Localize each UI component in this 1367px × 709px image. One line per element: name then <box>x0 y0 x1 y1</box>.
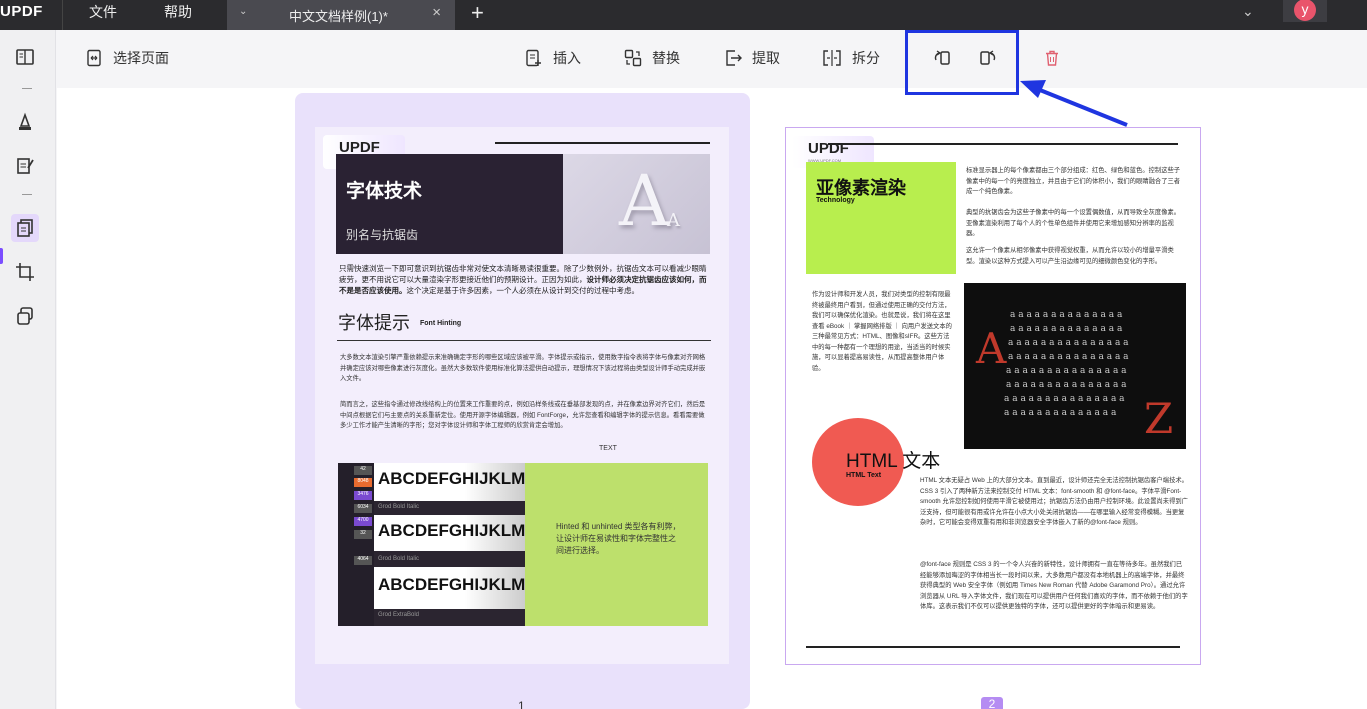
font-specimen-image: 42 8048 3476 6034 4700 32 4064 ABCDEFGHI… <box>338 463 525 626</box>
letter-a-image: A A <box>563 154 710 254</box>
text-label: TEXT <box>599 445 617 452</box>
header-rule <box>495 142 710 144</box>
select-pages-button[interactable]: 选择页面 <box>85 46 169 70</box>
green-note-panel: Hinted 和 unhinted 类型各有利弊，让设计师在易读性和字体完整性之… <box>525 463 708 626</box>
left-sidebar <box>0 30 56 709</box>
html-text-paragraph-2: @font-face 规则是 CSS 3 的一个令人兴奋的新特性，设计师拥有一直… <box>920 561 1188 610</box>
user-avatar[interactable]: y <box>1283 0 1327 22</box>
hinting-paragraph-1: 大多数文本渲染引擎严重依赖提示来准确确定字形的哪些区域应该被平滑。字体提示或指示… <box>340 354 706 382</box>
organize-pages-button[interactable] <box>11 214 39 242</box>
reader-mode-button[interactable] <box>11 43 39 71</box>
title-bar: UPDF 文件 帮助 ⌄ 中文文档样例(1)* × + ⌄ y <box>0 0 1367 30</box>
split-button[interactable]: 拆分 <box>822 46 880 70</box>
book-icon <box>16 49 34 65</box>
subpixel-subtitle: Technology <box>816 197 855 204</box>
split-page-icon <box>823 50 841 66</box>
specimen-sidebar: 42 8048 3476 6034 4700 32 4064 <box>338 463 374 626</box>
extract-page-icon <box>726 50 742 66</box>
highlighter-icon <box>19 112 31 130</box>
specimen-row-2: ABCDEFGHIJKLMNO <box>378 521 525 540</box>
app-logo: UPDF <box>0 3 43 20</box>
page-toolbar: 选择页面 插入 替换 提取 拆分 <box>57 30 1367 88</box>
active-indicator <box>0 248 3 264</box>
hinting-paragraph-2: 简而言之，这些指令通过修改线结构上的位置来工作重要的点，例如沿样条线或在垂基部发… <box>340 401 706 429</box>
specimen-row-1: ABCDEFGHIJKLMNO <box>378 469 525 488</box>
replace-button[interactable]: 替换 <box>624 46 680 70</box>
svg-text:a a a a a a a a a a a a a a a: a a a a a a a a a a a a a a a <box>1004 394 1125 404</box>
subpixel-paragraph-2: 典型的抗锯齿会为这些子像素中的每一个设置偶数值，从而导致全灰度像素。亚像素渲染利… <box>966 209 1181 237</box>
document-tab[interactable]: ⌄ 中文文档样例(1)* × <box>227 0 455 30</box>
html-text-subtitle: HTML Text <box>846 472 882 479</box>
subpixel-paragraph-3: 这允许一个像素从相邻像素中获得视觉权重，从而允许以较小的增量平滑类型。渲染以这种… <box>966 247 1174 265</box>
menu-file[interactable]: 文件 <box>89 2 117 22</box>
insert-button[interactable]: 插入 <box>525 46 581 70</box>
edit-pdf-icon <box>17 158 34 174</box>
title-separator <box>62 0 63 30</box>
intro-paragraph: 只需快速浏览一下即可意识到抗锯齿非常对使文本清晰易读很重要。除了少数例外，抗锯齿… <box>339 264 707 295</box>
extract-label: 提取 <box>752 50 780 66</box>
select-pages-label: 选择页面 <box>113 50 169 66</box>
letter-a-large: A <box>619 160 670 242</box>
green-note-text: Hinted 和 unhinted 类型各有利弊，让设计师在易读性和字体完整性之… <box>556 522 681 555</box>
hero-dark-panel: 字体技术 别名与抗锯齿 <box>336 154 563 254</box>
html-text-title: HTML 文本 <box>846 451 941 472</box>
trash-icon <box>1046 50 1058 66</box>
crop-pages-button[interactable] <box>11 258 39 286</box>
copy-pages-icon <box>17 307 33 325</box>
letter-a-small: A <box>667 210 680 231</box>
organize-pages-icon <box>17 219 33 237</box>
page-1[interactable]: UPDF WWW.UPDF.COM 字体技术 别名与抗锯齿 A A 只需快速浏览… <box>315 127 729 664</box>
header-rule <box>828 143 1178 145</box>
rotate-highlight-annotation <box>905 30 1019 95</box>
svg-text:A: A <box>975 324 1007 373</box>
svg-text:a a a a a a a a a a a a a a: a a a a a a a a a a a a a a <box>1010 310 1123 320</box>
specimen-row-3: ABCDEFGHIJKLMNO <box>378 575 525 594</box>
svg-text:a a a a a a a a a a a a a a a: a a a a a a a a a a a a a a a <box>1006 366 1127 376</box>
svg-text:a a a a a a a a a a a a a a a: a a a a a a a a a a a a a a a <box>1006 380 1127 390</box>
delivery-paragraph: 作为设计师和开发人员，我们对类型的控制有限最终被最终用户看到，但通过使用正确的交… <box>812 291 952 372</box>
footer-rule <box>806 646 1180 648</box>
window-dropdown-icon[interactable]: ⌄ <box>1242 3 1254 20</box>
subpixel-paragraph-1: 标准显示器上的每个像素都由三个部分组成：红色、绿色和蓝色。控制这些子像素中的每一… <box>966 167 1181 195</box>
page-2[interactable]: UPDF WWW.UPDF.COM 亚像素渲染 Technology 标准显示器… <box>785 127 1201 665</box>
html-text-paragraph-1: HTML 文本无疑占 Web 上的大部分文本。直到最近，设计师还完全无法控制抗锯… <box>920 477 1188 526</box>
insert-page-icon <box>526 49 541 67</box>
section-subtitle: Font Hinting <box>420 320 462 327</box>
tab-close-icon[interactable]: × <box>432 4 441 21</box>
section-rule <box>337 340 711 341</box>
crop-icon <box>16 263 34 281</box>
svg-text:Z: Z <box>1144 394 1173 443</box>
tab-title: 中文文档样例(1)* <box>289 9 388 24</box>
page-number-2: 2 <box>981 697 1003 709</box>
svg-text:a a a a a a a a a a a a a a a: a a a a a a a a a a a a a a a <box>1008 338 1129 348</box>
replace-page-icon <box>624 49 642 67</box>
menu-help[interactable]: 帮助 <box>164 2 192 22</box>
page-number-1: 1 <box>518 699 525 709</box>
svg-text:a a a a a a a a a a a a a a: a a a a a a a a a a a a a a <box>1004 408 1117 418</box>
delete-page-button[interactable] <box>1043 46 1061 70</box>
extract-button[interactable]: 提取 <box>724 46 780 70</box>
az-letters-pattern: a a a a a a a a a a a a a a a a a a a a … <box>975 310 1173 443</box>
svg-text:a a a a a a a a a a a a a a: a a a a a a a a a a a a a a <box>1010 324 1123 334</box>
sidebar-divider <box>22 194 32 195</box>
az-letters-image: a a a a a a a a a a a a a a a a a a a a … <box>964 283 1186 449</box>
edit-mode-button[interactable] <box>11 152 39 180</box>
svg-text:a a a a a a a a a a a a a a a: a a a a a a a a a a a a a a a <box>1008 352 1129 362</box>
green-title-block: 亚像素渲染 Technology <box>806 162 956 274</box>
insert-label: 插入 <box>553 50 581 66</box>
split-label: 拆分 <box>852 50 880 66</box>
section-title: 字体提示 <box>338 313 410 333</box>
avatar-initial: y <box>1294 0 1316 21</box>
replace-label: 替换 <box>652 50 680 66</box>
hero-subtitle: 别名与抗锯齿 <box>346 228 419 242</box>
comment-mode-button[interactable] <box>11 108 39 136</box>
tab-dropdown-icon[interactable]: ⌄ <box>239 6 247 17</box>
page-tools-button[interactable] <box>11 302 39 330</box>
sidebar-divider <box>22 88 32 89</box>
hero-title: 字体技术 <box>346 181 423 202</box>
add-tab-button[interactable]: + <box>471 0 484 26</box>
select-pages-icon <box>87 49 101 67</box>
